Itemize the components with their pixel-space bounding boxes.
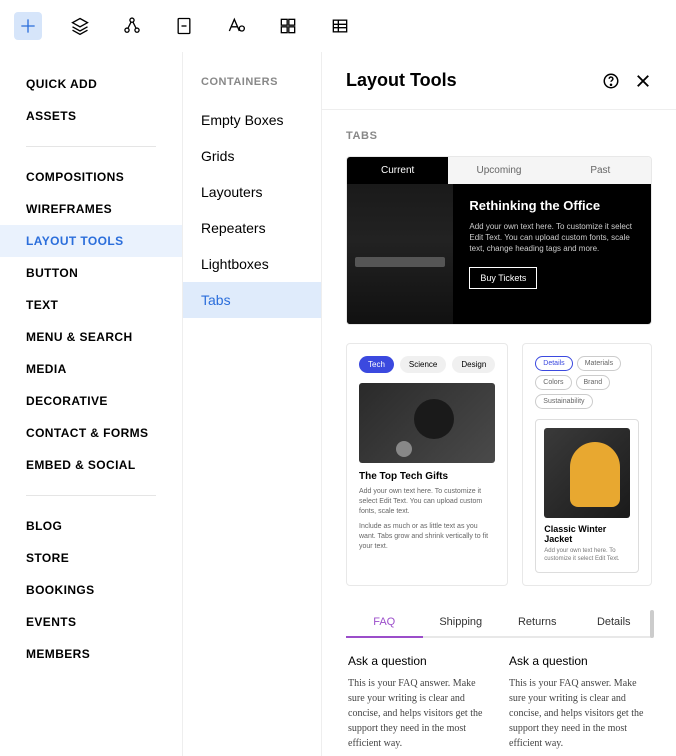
submenu-item-empty-boxes[interactable]: Empty Boxes [183, 102, 321, 138]
faq-answer: This is your FAQ answer. Make sure your … [509, 676, 650, 751]
sidebar-item-contact-forms[interactable]: CONTACT & FORMS [0, 417, 182, 449]
preview-image [347, 184, 453, 324]
preview3-tag: Details [535, 356, 572, 371]
nodes-icon[interactable] [118, 12, 146, 40]
sidebar-item-decorative[interactable]: DECORATIVE [0, 385, 182, 417]
faq-question: Ask a question [348, 654, 489, 668]
preview2-p1: Add your own text here. To customize it … [359, 487, 495, 516]
sidebar-item-quick-add[interactable]: QUICK ADD [0, 68, 182, 100]
sidebar: QUICK ADDASSETS COMPOSITIONSWIREFRAMESLAY… [0, 52, 182, 756]
submenu-item-repeaters[interactable]: Repeaters [183, 210, 321, 246]
sidebar-item-media[interactable]: MEDIA [0, 353, 182, 385]
faq-answer: This is your FAQ answer. Make sure your … [348, 676, 489, 751]
sidebar-item-members[interactable]: MEMBERS [0, 638, 182, 670]
tabs-preview-2[interactable]: Tech Science Design The Top Tech Gifts Add… [346, 343, 508, 586]
submenu-item-lightboxes[interactable]: Lightboxes [183, 246, 321, 282]
section-title: TABS [346, 130, 652, 142]
preview2-pill: Science [400, 356, 446, 373]
panel: Layout Tools TABS CurrentUpcomingPast Re… [322, 52, 676, 756]
preview1-tab: Current [347, 157, 448, 184]
submenu-item-layouters[interactable]: Layouters [183, 174, 321, 210]
sidebar-item-compositions[interactable]: COMPOSITIONS [0, 161, 182, 193]
table-icon[interactable] [326, 12, 354, 40]
faq-tab: Shipping [423, 608, 500, 636]
top-toolbar [0, 0, 676, 52]
tabs-preview-3[interactable]: Details Materials Colors Brand Sustainabilit… [522, 343, 652, 586]
submenu-item-grids[interactable]: Grids [183, 138, 321, 174]
add-icon[interactable] [14, 12, 42, 40]
scrollbar-indicator [650, 610, 654, 638]
preview3-tag: Materials [577, 356, 621, 371]
sidebar-item-store[interactable]: STORE [0, 542, 182, 574]
sidebar-item-blog[interactable]: BLOG [0, 510, 182, 542]
faq-tab: Details [576, 608, 653, 636]
preview2-pill: Design [452, 356, 495, 373]
faq-tab: FAQ [346, 608, 423, 636]
grid-icon[interactable] [274, 12, 302, 40]
sidebar-item-button[interactable]: BUTTON [0, 257, 182, 289]
preview-image [359, 383, 495, 463]
preview3-tag: Brand [576, 375, 611, 390]
sidebar-divider [26, 495, 156, 496]
preview3-body: Add your own text here. To customize it … [544, 548, 630, 564]
sidebar-divider [26, 146, 156, 147]
sidebar-item-bookings[interactable]: BOOKINGS [0, 574, 182, 606]
preview3-tag: Colors [535, 375, 571, 390]
panel-title: Layout Tools [346, 70, 457, 91]
faq-tab: Returns [499, 608, 576, 636]
tabs-preview-faq[interactable]: FAQShippingReturnsDetails Ask a question… [346, 608, 652, 756]
page-icon[interactable] [170, 12, 198, 40]
preview3-tag: Sustainability [535, 394, 592, 409]
submenu-item-tabs[interactable]: Tabs [183, 282, 321, 318]
submenu-header: CONTAINERS [183, 68, 321, 102]
preview3-heading: Classic Winter Jacket [544, 524, 630, 544]
sidebar-item-events[interactable]: EVENTS [0, 606, 182, 638]
preview1-heading: Rethinking the Office [469, 198, 635, 213]
sidebar-item-layout-tools[interactable]: LAYOUT TOOLS [0, 225, 182, 257]
sidebar-item-text[interactable]: TEXT [0, 289, 182, 321]
preview1-tab: Upcoming [448, 157, 549, 184]
faq-question: Ask a question [509, 654, 650, 668]
preview1-body: Add your own text here. To customize it … [469, 221, 635, 255]
sidebar-item-assets[interactable]: ASSETS [0, 100, 182, 132]
preview2-pill: Tech [359, 356, 394, 373]
sidebar-item-embed-social[interactable]: EMBED & SOCIAL [0, 449, 182, 481]
preview2-heading: The Top Tech Gifts [359, 471, 495, 482]
sidebar-item-wireframes[interactable]: WIREFRAMES [0, 193, 182, 225]
text-style-icon[interactable] [222, 12, 250, 40]
close-icon[interactable] [634, 72, 652, 90]
preview1-tab: Past [550, 157, 651, 184]
submenu: CONTAINERS Empty BoxesGridsLayoutersRepe… [182, 52, 322, 756]
help-icon[interactable] [602, 72, 620, 90]
preview-image [544, 428, 630, 518]
tabs-preview-1[interactable]: CurrentUpcomingPast Rethinking the Offic… [346, 156, 652, 325]
preview1-cta: Buy Tickets [469, 267, 537, 289]
sidebar-item-menu-search[interactable]: MENU & SEARCH [0, 321, 182, 353]
layers-icon[interactable] [66, 12, 94, 40]
preview2-p2: Include as much or as little text as you… [359, 522, 495, 551]
